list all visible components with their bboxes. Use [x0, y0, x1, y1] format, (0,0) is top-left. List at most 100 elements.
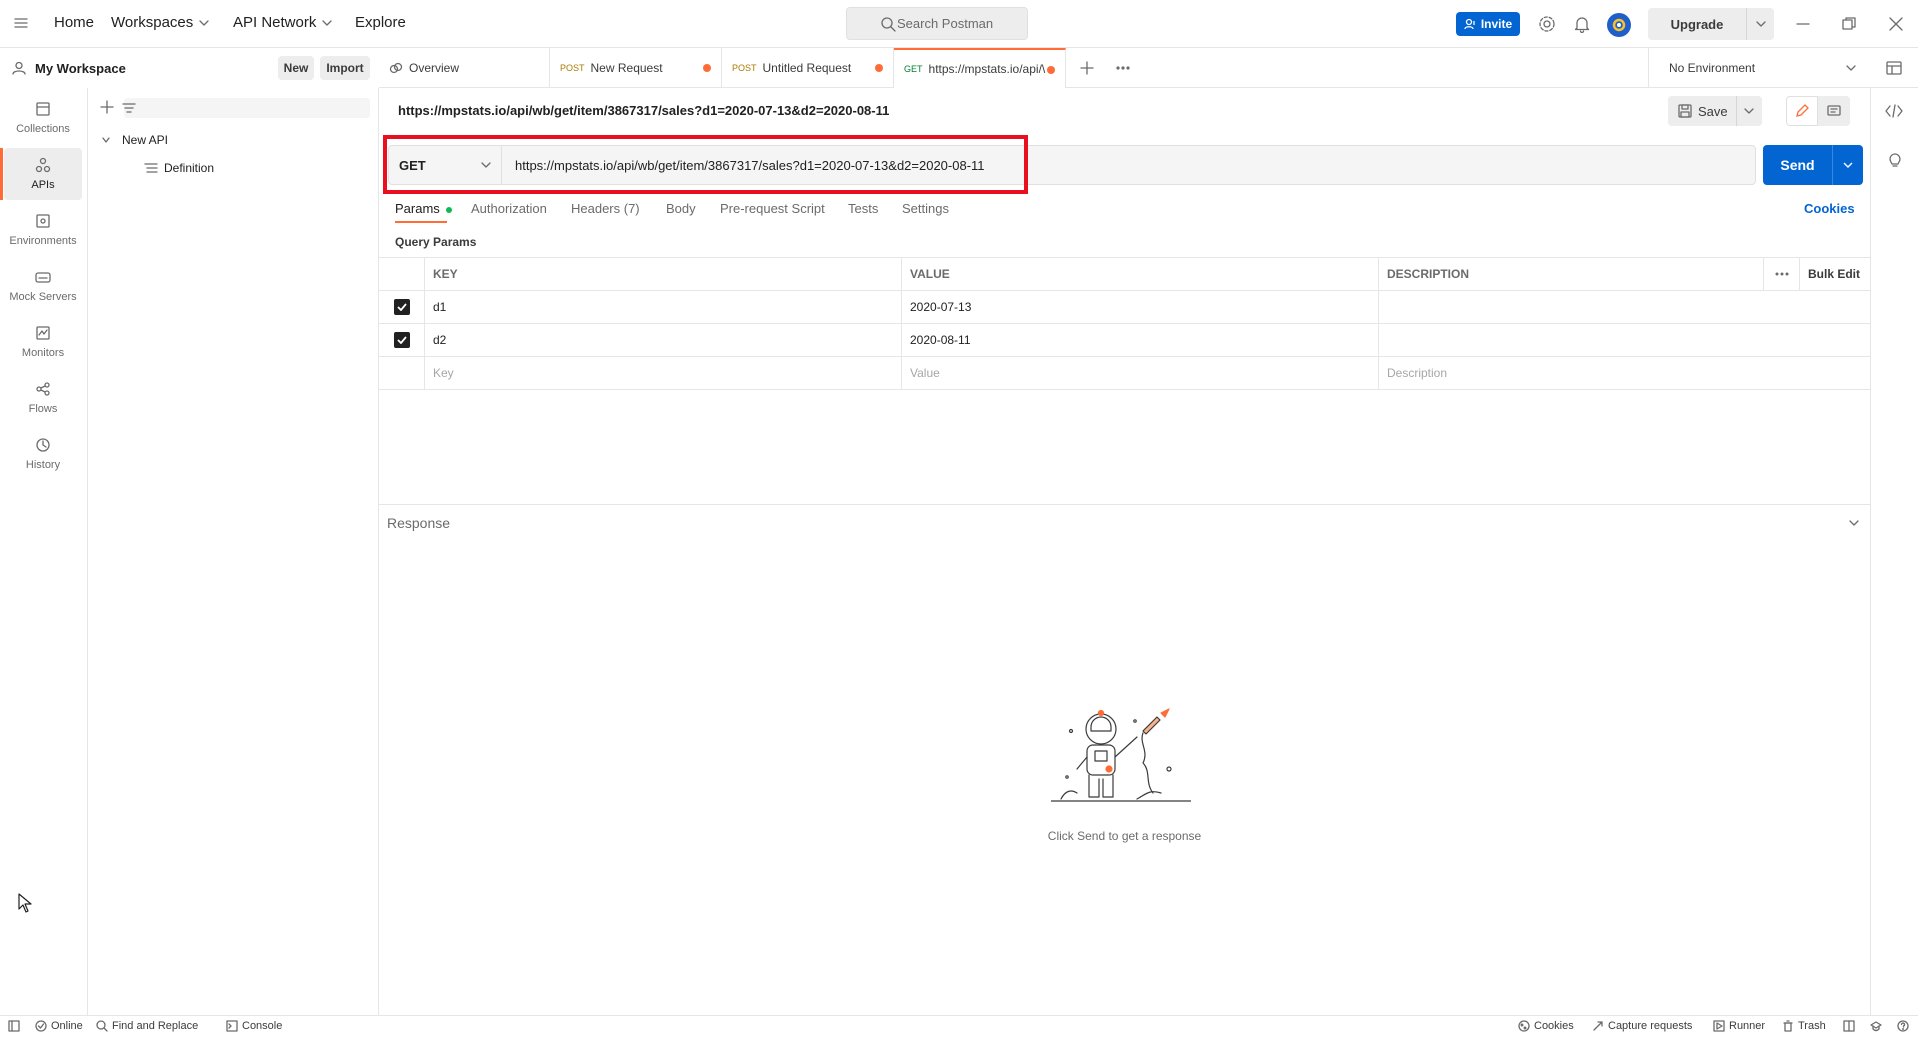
unsaved-dot	[1047, 66, 1055, 74]
notifications-bell-icon[interactable]	[1574, 15, 1590, 33]
window-close-icon[interactable]	[1889, 17, 1903, 31]
search-input[interactable]: Search Postman	[846, 7, 1028, 40]
new-key-input[interactable]: Key	[424, 357, 901, 389]
runner-icon	[1713, 1020, 1725, 1032]
toggle-sidebar-icon[interactable]	[8, 1020, 20, 1032]
search-icon	[96, 1020, 108, 1032]
workspace-name[interactable]: My Workspace	[35, 61, 126, 76]
tab-overview[interactable]: Overview	[379, 48, 550, 88]
collections-icon	[36, 102, 50, 116]
mouse-cursor-icon	[18, 893, 32, 913]
highlight-box	[383, 135, 1028, 194]
filter-input[interactable]	[122, 98, 370, 118]
environment-quick-look-icon[interactable]	[1886, 60, 1902, 76]
window-minimize-icon[interactable]	[1796, 18, 1810, 30]
add-user-icon	[1464, 18, 1475, 30]
column-value-header: VALUE	[901, 258, 1378, 290]
flows-icon	[36, 382, 50, 396]
table-row-empty: Key Value Description	[379, 357, 1870, 390]
comments-button[interactable]	[1818, 96, 1850, 126]
edit-pencil-button[interactable]	[1786, 96, 1818, 126]
sidebar-item-environments[interactable]: Environments	[4, 204, 82, 256]
history-icon	[36, 438, 50, 452]
params-active-dot	[446, 206, 453, 213]
apis-icon	[35, 157, 51, 173]
tab-headers[interactable]: Headers (7)	[571, 201, 640, 216]
save-dropdown-button[interactable]	[1736, 96, 1760, 126]
table-header-row: KEY VALUE DESCRIPTION Bulk Edit	[379, 258, 1870, 291]
nav-api-network[interactable]: API Network	[233, 14, 333, 31]
tab-params[interactable]: Params	[395, 201, 453, 216]
param-value-cell[interactable]: 2020-08-11	[901, 324, 1378, 356]
response-hint: Click Send to get a response	[1047, 829, 1202, 843]
table-row: d1 2020-07-13	[379, 291, 1870, 324]
sidebar-item-history[interactable]: History	[4, 428, 82, 480]
capture-requests-button[interactable]: Capture requests	[1592, 1020, 1692, 1032]
nav-explore[interactable]: Explore	[355, 14, 406, 31]
window-restore-icon[interactable]	[1842, 17, 1856, 31]
bootcamp-icon[interactable]	[1870, 1020, 1882, 1032]
param-key-cell[interactable]: d1	[424, 291, 901, 323]
active-tab-underline	[395, 221, 447, 223]
layout-toggle-icon[interactable]	[1843, 1020, 1855, 1032]
tab-settings[interactable]: Settings	[902, 201, 949, 216]
tab-body[interactable]: Body	[666, 201, 696, 216]
request-title[interactable]: https://mpstats.io/api/wb/get/item/38673…	[398, 103, 889, 118]
new-description-input[interactable]: Description	[1378, 357, 1870, 389]
trash-button[interactable]: Trash	[1782, 1020, 1826, 1032]
invite-button[interactable]: Invite	[1456, 12, 1520, 36]
hamburger-menu-icon[interactable]	[14, 17, 28, 29]
sidebar-item-flows[interactable]: Flows	[4, 372, 82, 424]
new-value-input[interactable]: Value	[901, 357, 1378, 389]
param-value-cell[interactable]: 2020-07-13	[901, 291, 1378, 323]
chevron-down-icon	[199, 19, 209, 26]
query-params-table: KEY VALUE DESCRIPTION Bulk Edit d1 2020-…	[379, 257, 1870, 390]
settings-gear-icon[interactable]	[1538, 15, 1556, 33]
send-button[interactable]: Send	[1763, 145, 1863, 185]
param-checkbox[interactable]	[379, 291, 424, 323]
environment-selector[interactable]: No Environment	[1648, 48, 1870, 88]
send-dropdown-button[interactable]	[1832, 145, 1863, 185]
sidebar-item-apis[interactable]: APIs	[0, 148, 82, 200]
cookies-link[interactable]: Cookies	[1804, 201, 1855, 216]
upgrade-dropdown-button[interactable]	[1746, 8, 1774, 40]
nav-workspaces[interactable]: Workspaces	[111, 14, 209, 31]
online-status[interactable]: Online	[35, 1020, 83, 1032]
bulk-edit-button[interactable]: Bulk Edit	[1799, 258, 1870, 290]
collapse-response-icon[interactable]	[1849, 519, 1859, 527]
more-options-icon[interactable]	[1763, 258, 1799, 290]
import-button[interactable]: Import	[320, 56, 370, 80]
help-icon[interactable]	[1897, 1020, 1909, 1032]
cookies-button[interactable]: Cookies	[1518, 1020, 1574, 1032]
sidebar-item-mock-servers[interactable]: Mock Servers	[4, 260, 82, 312]
param-description-cell[interactable]	[1378, 324, 1870, 356]
astronaut-illustration-icon	[1051, 707, 1191, 823]
find-replace-button[interactable]: Find and Replace	[96, 1020, 198, 1032]
new-tab-plus-icon[interactable]	[1080, 61, 1094, 75]
new-button[interactable]: New	[278, 56, 314, 80]
param-key-cell[interactable]: d2	[424, 324, 901, 356]
sidebar-item-collections[interactable]: Collections	[4, 92, 82, 144]
param-checkbox[interactable]	[379, 324, 424, 356]
tab-new-request[interactable]: POST New Request	[550, 48, 722, 88]
add-icon[interactable]	[100, 100, 114, 114]
tree-item-definition[interactable]: Definition	[144, 161, 214, 175]
tab-pre-request-script[interactable]: Pre-request Script	[720, 201, 825, 216]
tab-get-mpstats[interactable]: GET https://mpstats.io/api/\	[894, 48, 1066, 88]
avatar[interactable]	[1607, 13, 1631, 37]
tab-tests[interactable]: Tests	[848, 201, 878, 216]
nav-home[interactable]: Home	[54, 14, 94, 31]
upgrade-button[interactable]: Upgrade	[1648, 8, 1749, 40]
sidebar-item-monitors[interactable]: Monitors	[4, 316, 82, 368]
param-description-cell[interactable]	[1378, 291, 1870, 323]
response-label: Response	[387, 515, 451, 531]
tab-options-more-icon[interactable]	[1115, 65, 1131, 71]
tab-untitled-request[interactable]: POST Untitled Request	[722, 48, 894, 88]
tab-authorization[interactable]: Authorization	[471, 201, 547, 216]
monitors-icon	[36, 326, 50, 340]
runner-button[interactable]: Runner	[1713, 1020, 1765, 1032]
user-icon	[12, 61, 26, 75]
console-button[interactable]: Console	[226, 1020, 282, 1032]
tree-item-new-api[interactable]: New API	[102, 133, 168, 147]
checkmark-icon	[393, 332, 410, 348]
